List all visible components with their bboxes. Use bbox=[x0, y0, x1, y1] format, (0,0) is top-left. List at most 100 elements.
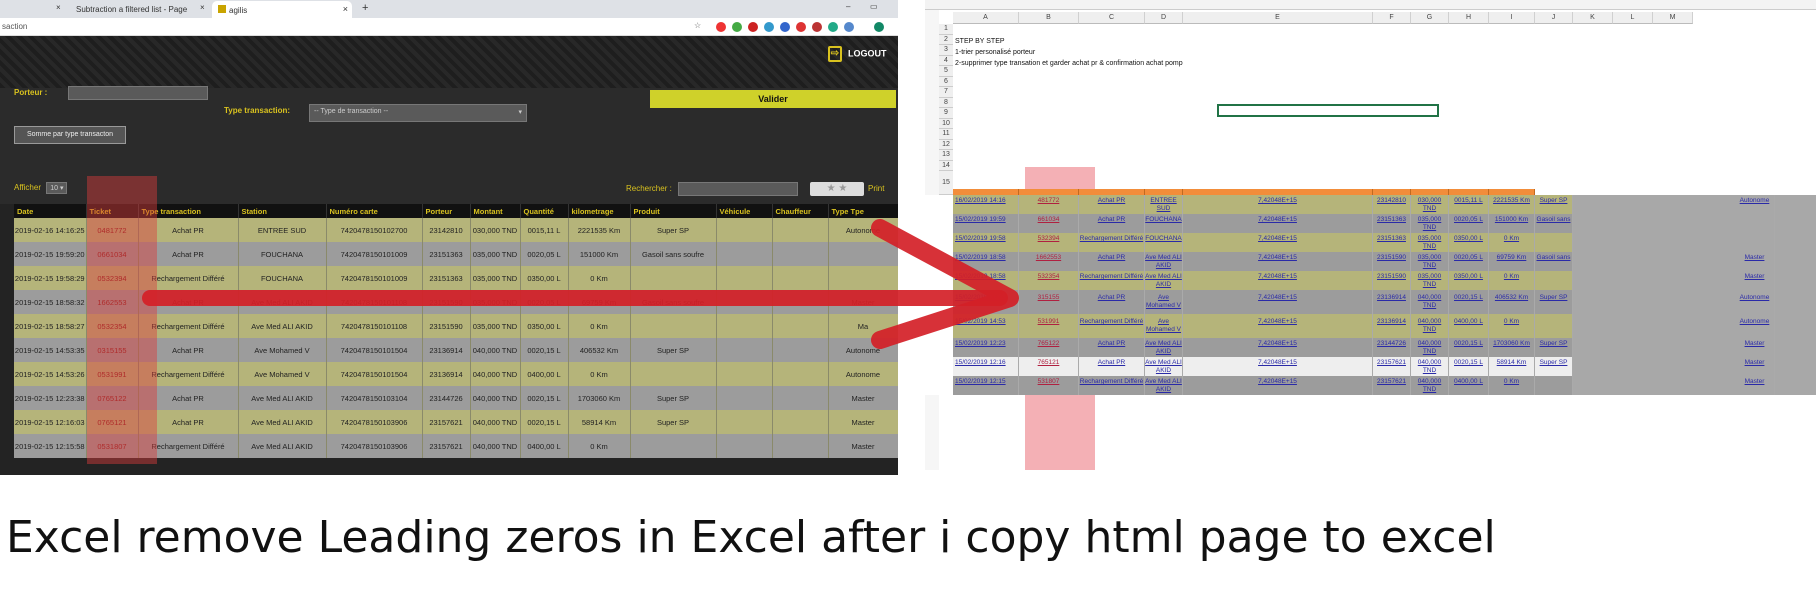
excel-cell[interactable]: 661034 bbox=[1019, 214, 1079, 233]
excel-cell[interactable]: 406532 Km bbox=[1489, 290, 1535, 314]
column-letter[interactable]: A bbox=[953, 12, 1019, 24]
row-number[interactable]: 7 bbox=[939, 87, 953, 98]
excel-cell[interactable]: Ave Med ALI AKID bbox=[1145, 357, 1183, 376]
excel-cell[interactable]: 15/02/2019 12:15 bbox=[953, 376, 1019, 395]
excel-cell[interactable]: 15/02/2019 19:59 bbox=[953, 214, 1019, 233]
maximize-icon[interactable]: ▭ bbox=[870, 2, 878, 11]
excel-row[interactable]: 15/02/2019 18:58 532354 Rechargement Diffé… bbox=[925, 271, 1816, 290]
excel-cell[interactable]: Ave Med ALI AKID bbox=[1145, 252, 1183, 271]
column-letter[interactable]: B bbox=[1019, 12, 1079, 24]
tab-agilis[interactable]: agilis × bbox=[212, 1, 352, 18]
excel-cell[interactable]: Autonome bbox=[1735, 290, 1775, 314]
excel-cell[interactable]: Rechargement Différé bbox=[1079, 376, 1145, 395]
excel-cell[interactable]: Ave Med ALI AKID bbox=[1145, 376, 1183, 395]
excel-cell[interactable]: Autonome bbox=[1735, 195, 1775, 214]
excel-row[interactable]: 15/02/2019 12:16 765121 Achat PR Ave Med AL… bbox=[925, 357, 1816, 376]
row-number[interactable]: 1 bbox=[939, 24, 953, 35]
somme-button[interactable]: Somme par type transacton bbox=[14, 126, 126, 144]
excel-cell[interactable] bbox=[1535, 233, 1573, 252]
extension-icon[interactable] bbox=[716, 22, 726, 32]
excel-cell[interactable]: 531991 bbox=[1019, 314, 1079, 338]
excel-row[interactable]: 15/02/2019 12:23 765122 Achat PR Ave Med AL… bbox=[925, 338, 1816, 357]
close-icon[interactable]: × bbox=[343, 4, 348, 14]
column-letter[interactable]: J bbox=[1535, 12, 1573, 24]
extension-icon[interactable] bbox=[780, 22, 790, 32]
afficher-select[interactable]: 10 ▾ bbox=[46, 182, 68, 194]
excel-cell[interactable]: Master bbox=[1735, 357, 1775, 376]
excel-cell[interactable]: 15/02/2019 14:53 bbox=[953, 314, 1019, 338]
excel-cell[interactable]: Achat PR bbox=[1079, 195, 1145, 214]
excel-cell[interactable]: 15/02/2019 12:23 bbox=[953, 338, 1019, 357]
excel-cell[interactable] bbox=[1535, 376, 1573, 395]
excel-cell[interactable]: ENTREE SUD bbox=[1145, 195, 1183, 214]
excel-cell[interactable]: 23157621 bbox=[1373, 357, 1411, 376]
excel-cell[interactable]: 23142810 bbox=[1373, 195, 1411, 214]
column-header[interactable]: kilometrage bbox=[568, 204, 631, 218]
column-header[interactable]: Montant bbox=[470, 204, 521, 218]
type-transaction-select[interactable]: -- Type de transaction -- ▾ bbox=[309, 104, 527, 122]
excel-cell[interactable]: Rechargement Différé bbox=[1079, 233, 1145, 252]
excel-row[interactable]: 15/02/2019 14:53 315155 Achat PR Ave Mohame… bbox=[925, 290, 1816, 314]
tab-subtraction[interactable]: Subtraction a filtered list - Page bbox=[70, 1, 198, 18]
column-letter[interactable]: C bbox=[1079, 12, 1145, 24]
excel-cell[interactable]: 765121 bbox=[1019, 357, 1079, 376]
excel-cell[interactable]: 15/02/2019 18:58 bbox=[953, 271, 1019, 290]
excel-row[interactable]: 15/02/2019 18:58 1662553 Achat PR Ave Med A… bbox=[925, 252, 1816, 271]
excel-cell[interactable]: 0400,00 L bbox=[1449, 314, 1489, 338]
excel-cell[interactable]: 0020,05 L bbox=[1449, 214, 1489, 233]
excel-cell[interactable]: Ave Mohamed V bbox=[1145, 314, 1183, 338]
excel-cell[interactable]: 7,42048E+15 bbox=[1183, 314, 1373, 338]
excel-cell[interactable]: 151000 Km bbox=[1489, 214, 1535, 233]
minimize-icon[interactable]: – bbox=[846, 2, 850, 11]
excel-cell[interactable]: 0020,15 L bbox=[1449, 290, 1489, 314]
excel-cell[interactable]: Achat PR bbox=[1079, 214, 1145, 233]
excel-cell[interactable]: 0 Km bbox=[1489, 271, 1535, 290]
excel-cell[interactable]: 7,42048E+15 bbox=[1183, 271, 1373, 290]
excel-cell[interactable]: Rechargement Différé bbox=[1079, 314, 1145, 338]
column-header[interactable]: Station bbox=[238, 204, 327, 218]
print-button[interactable]: Print bbox=[868, 184, 884, 193]
excel-cell[interactable]: 23151363 bbox=[1373, 233, 1411, 252]
excel-row[interactable]: 15/02/2019 12:15 531807 Rechargement Diffé… bbox=[925, 376, 1816, 395]
search-input[interactable] bbox=[678, 182, 798, 196]
excel-cell[interactable]: 0 Km bbox=[1489, 314, 1535, 338]
column-header[interactable]: Porteur bbox=[422, 204, 471, 218]
excel-row[interactable]: 16/02/2019 14:16 481772 Achat PR ENTREE SUD… bbox=[925, 195, 1816, 214]
excel-cell[interactable]: Super SP bbox=[1535, 357, 1573, 376]
excel-cell[interactable]: Achat PR bbox=[1079, 338, 1145, 357]
excel-cell[interactable]: 0020,15 L bbox=[1449, 357, 1489, 376]
excel-row[interactable]: 15/02/2019 14:53 531991 Rechargement Diffé… bbox=[925, 314, 1816, 338]
row-number[interactable]: 15 bbox=[939, 171, 953, 195]
logout-button[interactable]: ⇨ LOGOUT bbox=[828, 46, 887, 62]
row-number[interactable]: 4 bbox=[939, 55, 953, 66]
excel-cell[interactable]: 7,42048E+15 bbox=[1183, 214, 1373, 233]
row-number[interactable]: 6 bbox=[939, 76, 953, 87]
excel-cell[interactable]: 7,42048E+15 bbox=[1183, 290, 1373, 314]
address-bar[interactable]: saction ☆ bbox=[0, 18, 898, 36]
excel-cell[interactable]: 23151363 bbox=[1373, 214, 1411, 233]
excel-cell[interactable]: 765122 bbox=[1019, 338, 1079, 357]
excel-cell[interactable]: FOUCHANA bbox=[1145, 233, 1183, 252]
excel-cell[interactable]: 0 Km bbox=[1489, 376, 1535, 395]
excel-cell[interactable]: Achat PR bbox=[1079, 357, 1145, 376]
excel-cell[interactable]: Master bbox=[1735, 271, 1775, 290]
excel-cell[interactable]: 69759 Km bbox=[1489, 252, 1535, 271]
excel-row[interactable]: 15/02/2019 19:58 532394 Rechargement Diffé… bbox=[925, 233, 1816, 252]
excel-cell[interactable]: 16/02/2019 14:16 bbox=[953, 195, 1019, 214]
column-header[interactable]: Type Tpe bbox=[828, 204, 898, 218]
excel-cell[interactable]: 23157621 bbox=[1373, 376, 1411, 395]
column-header[interactable]: Numéro carte bbox=[326, 204, 423, 218]
excel-cell[interactable]: Master bbox=[1735, 252, 1775, 271]
excel-cell[interactable]: 035,000 TND bbox=[1411, 252, 1449, 271]
excel-cell[interactable]: 23144726 bbox=[1373, 338, 1411, 357]
extension-icon[interactable] bbox=[732, 22, 742, 32]
column-letter[interactable]: E bbox=[1183, 12, 1373, 24]
extension-icon[interactable] bbox=[796, 22, 806, 32]
excel-cell[interactable]: 040,000 TND bbox=[1411, 290, 1449, 314]
row-number[interactable]: 8 bbox=[939, 97, 953, 108]
excel-cell[interactable]: 0020,15 L bbox=[1449, 338, 1489, 357]
excel-cell[interactable] bbox=[1535, 314, 1573, 338]
row-number[interactable]: 12 bbox=[939, 139, 953, 150]
excel-cell[interactable]: 2221535 Km bbox=[1489, 195, 1535, 214]
column-letter[interactable]: M bbox=[1653, 12, 1693, 24]
